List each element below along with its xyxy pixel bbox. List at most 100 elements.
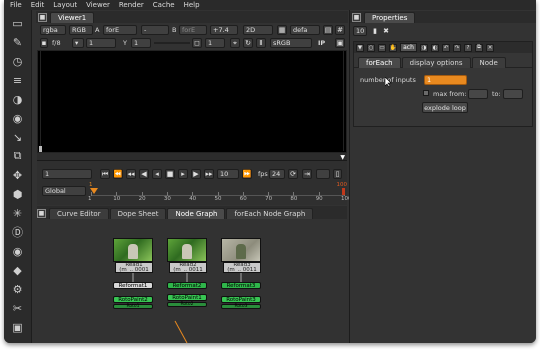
- merge-tool-icon[interactable]: ⧉: [11, 149, 25, 163]
- next-frame-icon[interactable]: ▸: [178, 169, 188, 179]
- end-marker-icon[interactable]: ▯: [333, 169, 342, 179]
- frame-input[interactable]: 1: [86, 38, 116, 48]
- center-icon[interactable]: ○: [367, 43, 375, 52]
- plugin-tool-icon[interactable]: ✂: [11, 301, 25, 315]
- viewer-scroll-strip[interactable]: ▼: [37, 153, 347, 161]
- lock-icon[interactable]: ▮: [370, 26, 380, 36]
- graph-panel-close-icon[interactable]: ■: [37, 209, 46, 218]
- tab-properties[interactable]: Properties: [364, 12, 416, 23]
- play-backward-icon[interactable]: ◀: [139, 169, 149, 179]
- color-tool-icon[interactable]: ◑: [11, 92, 25, 106]
- draw-tool-icon[interactable]: ✎: [11, 35, 25, 49]
- image-tool-icon[interactable]: ▭: [11, 16, 25, 30]
- menu-viewer[interactable]: Viewer: [86, 1, 110, 9]
- menu-edit[interactable]: Edit: [31, 1, 45, 9]
- ip-toggle[interactable]: IP: [318, 39, 325, 47]
- explode-loop-button[interactable]: explode loop: [422, 102, 468, 113]
- channel-mode-select[interactable]: RGB: [69, 25, 93, 35]
- next-keyframe-icon[interactable]: ⏩: [242, 169, 252, 179]
- time-tool-icon[interactable]: ◷: [11, 54, 25, 68]
- proxy-icon[interactable]: ◻: [192, 38, 202, 48]
- pause-icon[interactable]: Ⅱ: [256, 38, 266, 48]
- deep-tool-icon[interactable]: Ⓓ: [11, 225, 25, 239]
- expand-icon[interactable]: ▼: [340, 154, 345, 161]
- tab-foreach[interactable]: forEach: [358, 57, 401, 68]
- refresh-icon[interactable]: ↻: [243, 38, 253, 48]
- properties-close-icon[interactable]: ■: [352, 13, 361, 22]
- float-icon[interactable]: ⧉: [475, 43, 483, 52]
- 3d-tool-icon[interactable]: ⬢: [11, 187, 25, 201]
- range-mode-select[interactable]: Global: [42, 186, 86, 196]
- help-icon[interactable]: ?: [464, 43, 472, 52]
- redo-icon[interactable]: ↷: [453, 43, 461, 52]
- collapse-icon[interactable]: ▼: [356, 43, 364, 52]
- metadata-tool-icon[interactable]: ◆: [11, 263, 25, 277]
- keyer-tool-icon[interactable]: ↘: [11, 130, 25, 144]
- stop-icon[interactable]: ■: [165, 169, 175, 179]
- tab-foreach-node-graph[interactable]: forEach Node Graph: [226, 208, 314, 219]
- roi-icon[interactable]: ▪: [40, 38, 48, 48]
- monitor-icon[interactable]: ▣: [335, 38, 345, 48]
- viewer-canvas[interactable]: [37, 50, 347, 153]
- crosshair-icon[interactable]: ⌖: [230, 38, 240, 48]
- input-icon[interactable]: ▭: [378, 43, 386, 52]
- undo-icon[interactable]: ↶: [442, 43, 450, 52]
- node-name-field[interactable]: ach: [400, 43, 417, 52]
- increment-input[interactable]: 10: [217, 169, 239, 179]
- tab-curve-editor[interactable]: Curve Editor: [49, 208, 109, 219]
- filter-tool-icon[interactable]: ◉: [11, 111, 25, 125]
- out-point-marker[interactable]: [342, 188, 345, 195]
- first-frame-icon[interactable]: ⏮: [100, 169, 110, 179]
- checker-icon[interactable]: ▤: [323, 25, 333, 35]
- tab-viewer1[interactable]: Viewer1: [50, 12, 95, 23]
- tile-color-icon[interactable]: ◐: [431, 43, 439, 52]
- input-a-select[interactable]: forE: [103, 25, 137, 35]
- input-b-select[interactable]: forE: [179, 25, 207, 35]
- extra-tool-icon[interactable]: ▣: [11, 320, 25, 334]
- gain-select[interactable]: +7.4: [210, 25, 238, 35]
- channel-tool-icon[interactable]: ≡: [11, 73, 25, 87]
- gamma-input[interactable]: 1: [131, 38, 151, 48]
- proxy-select[interactable]: 1: [205, 38, 225, 48]
- tab-display-options[interactable]: display options: [401, 57, 471, 68]
- grid-icon[interactable]: #: [335, 25, 345, 35]
- frame-ruler[interactable]: 1 10 20 30 40 50 60 70 80 90 100 1 100: [88, 182, 352, 203]
- max-to-input[interactable]: [503, 89, 523, 99]
- colorspace-select[interactable]: sRGB: [270, 38, 312, 48]
- views-tool-icon[interactable]: ◉: [11, 244, 25, 258]
- channels-select[interactable]: rgba: [40, 25, 66, 35]
- node-graph-canvas[interactable]: Read1 (m_.. 0001 Reformat1 RotoPaint2 Rot…: [37, 219, 347, 343]
- transform-tool-icon[interactable]: ✥: [11, 168, 25, 182]
- fps-input[interactable]: 24: [269, 169, 285, 179]
- frame-step-dropdown[interactable]: ▾: [72, 38, 84, 48]
- max-from-checkbox[interactable]: [423, 90, 429, 96]
- tab-node-graph[interactable]: Node Graph: [167, 208, 226, 219]
- wipe-select[interactable]: -: [141, 25, 169, 35]
- skip-icon[interactable]: ⇥: [302, 169, 312, 179]
- menu-file[interactable]: File: [10, 1, 22, 9]
- menu-layout[interactable]: Layout: [53, 1, 77, 9]
- lut-select[interactable]: defa: [290, 25, 320, 35]
- playhead-icon[interactable]: [90, 188, 98, 194]
- menu-cache[interactable]: Cache: [153, 1, 175, 9]
- number-of-inputs-field[interactable]: 1: [424, 75, 467, 85]
- play-forward-icon[interactable]: ▶: [191, 169, 201, 179]
- hand-icon[interactable]: ✋: [389, 43, 397, 52]
- prev-keyframe-icon[interactable]: ⏪: [113, 169, 123, 179]
- gamma-slider-track[interactable]: [154, 42, 190, 44]
- color-icon[interactable]: ◑: [420, 43, 428, 52]
- current-frame-input[interactable]: 1: [42, 169, 92, 179]
- prev-frame-icon[interactable]: ◂: [152, 169, 162, 179]
- particle-tool-icon[interactable]: ✳: [11, 206, 25, 220]
- max-panels-input[interactable]: 10: [353, 26, 367, 36]
- prev-increment-icon[interactable]: ◂◂: [126, 169, 136, 179]
- next-increment-icon[interactable]: ▸▸: [204, 169, 214, 179]
- panel-close-icon[interactable]: ■: [38, 13, 47, 22]
- view-mode-select[interactable]: 2D: [243, 25, 273, 35]
- other-tool-icon[interactable]: ⚙: [11, 282, 25, 296]
- tab-dope-sheet[interactable]: Dope Sheet: [109, 208, 167, 219]
- out-frame-input[interactable]: [316, 169, 330, 179]
- clear-panels-icon[interactable]: ✖: [381, 26, 391, 36]
- close-node-icon[interactable]: ✕: [486, 43, 494, 52]
- max-from-input[interactable]: [468, 89, 488, 99]
